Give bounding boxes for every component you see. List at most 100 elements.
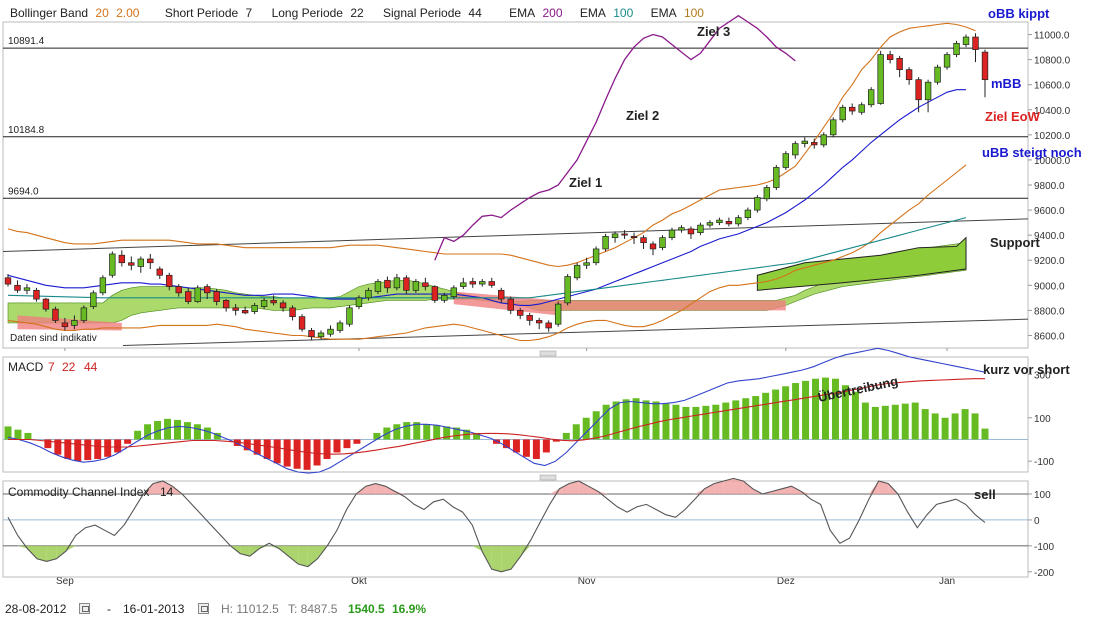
macd-histogram-bar (732, 400, 740, 440)
cci-param: 14 (160, 485, 174, 499)
candle-body (61, 322, 69, 328)
cci-ytick-label: -200 (1034, 568, 1054, 579)
candle-body (592, 248, 600, 264)
macd-histogram-bar (871, 406, 879, 440)
annotation-obb-kippt: oBB kippt (988, 6, 1050, 21)
candle-body (972, 36, 979, 50)
candle-body (754, 197, 761, 211)
candle-body (260, 300, 268, 307)
candle-body (213, 291, 220, 302)
macd-histogram-bar (692, 406, 700, 440)
low-value: T: 8487.5 (288, 602, 338, 616)
candle-body (403, 277, 410, 291)
candle-body (706, 222, 714, 226)
panel-splitter (539, 350, 557, 357)
macd-histogram-bar (682, 406, 690, 440)
macd-histogram-bar (901, 403, 909, 440)
candle-body (118, 254, 126, 264)
macd-histogram-bar (622, 399, 630, 440)
candle-body (270, 300, 277, 304)
macd-histogram-bar (403, 422, 411, 440)
macd-histogram-bar (542, 439, 550, 453)
x-month-label: Jan (939, 576, 955, 587)
macd-histogram-bar (173, 419, 181, 440)
candle-body (649, 243, 657, 250)
candle-body (602, 236, 609, 250)
calendar-to-icon[interactable] (198, 603, 209, 614)
calendar-from-icon[interactable] (79, 603, 90, 614)
annotation-ubb-steigt-noch: uBB steigt noch (982, 145, 1082, 160)
candle-body (488, 281, 495, 286)
candle-body (232, 307, 239, 311)
date-from[interactable]: 28-08-2012 (5, 602, 66, 616)
macd-histogram-bar (792, 383, 800, 440)
candle-body (147, 258, 154, 264)
macd-histogram-bar (722, 402, 730, 440)
main-ytick-label: 9200.0 (1034, 256, 1065, 267)
candle-body (441, 294, 448, 301)
macd-histogram-bar (662, 403, 670, 440)
x-month-label: Sep (56, 576, 74, 587)
candle-body (877, 54, 884, 104)
candle-body (811, 142, 818, 146)
macd-histogram-bar (891, 404, 899, 440)
macd-histogram-bar (24, 432, 32, 440)
candle-body (14, 284, 21, 291)
candle-body (289, 307, 296, 318)
candle-body (735, 217, 742, 225)
main-ytick-label: 10200.0 (1034, 131, 1071, 142)
candle-body (71, 320, 78, 326)
macd-histogram-bar (313, 439, 321, 466)
candle-body (336, 322, 344, 331)
candle-body (393, 277, 401, 289)
date-separator: - (107, 602, 111, 616)
macd-histogram-bar (632, 398, 640, 440)
candle-body (507, 298, 514, 311)
macd-histogram-bar (124, 439, 132, 444)
candle-body (4, 277, 12, 285)
macd-histogram-bar (981, 428, 989, 440)
annotation-data-disclaimer: Daten sind indikativ (10, 333, 97, 344)
candle-body (554, 303, 562, 325)
date-to[interactable]: 16-01-2013 (123, 602, 184, 616)
candle-body (498, 289, 505, 300)
candle-body (365, 289, 372, 299)
cci-oversold-fill (501, 545, 512, 572)
cci-title: Commodity Channel Index (8, 485, 149, 499)
macd-histogram-bar (752, 396, 760, 440)
x-month-label: Okt (351, 576, 367, 587)
candle-body (52, 308, 59, 321)
macd-histogram-bar (762, 392, 770, 440)
candle-body (886, 54, 894, 60)
candle-body (384, 279, 391, 289)
candle-body (33, 289, 40, 300)
macd-title: MACD (8, 360, 44, 374)
macd-ytick-label: 100 (1034, 414, 1051, 425)
candle-body (830, 119, 837, 136)
macd-histogram-bar (84, 439, 92, 461)
macd-histogram-bar (343, 439, 351, 449)
candle-body (128, 262, 135, 266)
macd-histogram-bar (433, 425, 441, 440)
candle-body (327, 328, 334, 335)
candle-body (934, 66, 941, 83)
macd-histogram-bar (652, 401, 660, 440)
candle-body (953, 42, 960, 55)
candle-body (697, 224, 704, 233)
candle-body (716, 219, 723, 223)
main-ytick-label: 9000.0 (1034, 281, 1065, 292)
candle-body (981, 51, 989, 81)
candle-body (222, 300, 230, 309)
candle-body (668, 229, 676, 239)
x-month-label: Dez (777, 576, 795, 587)
cci-oversold-fill (491, 545, 502, 572)
candle-body (687, 228, 695, 235)
cci-oversold-fill (298, 545, 308, 567)
candle-body (355, 297, 363, 307)
candle-body (659, 237, 666, 249)
macd-histogram-bar (114, 439, 122, 453)
cci-ytick-label: -100 (1034, 542, 1054, 553)
main-ytick-label: 8600.0 (1034, 331, 1065, 342)
macd-histogram-bar (911, 402, 919, 440)
macd-histogram-bar (951, 413, 959, 440)
